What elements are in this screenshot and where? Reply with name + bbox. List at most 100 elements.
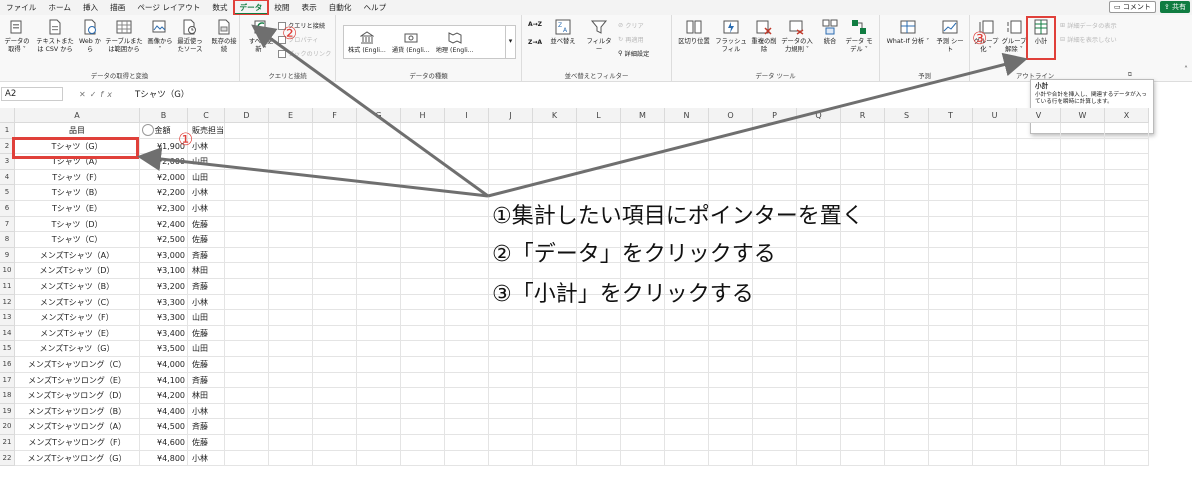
cell[interactable] — [357, 388, 401, 404]
cell[interactable] — [885, 263, 929, 279]
cell[interactable] — [1105, 403, 1149, 420]
cell[interactable] — [709, 154, 753, 170]
tab-4[interactable]: ページ レイアウト — [131, 0, 206, 15]
cell[interactable] — [1017, 169, 1061, 186]
cell[interactable]: ¥3,300 — [140, 294, 188, 311]
cell[interactable] — [1061, 294, 1105, 311]
cell[interactable] — [973, 310, 1017, 326]
cell[interactable]: 林田 — [188, 388, 225, 404]
cell[interactable] — [401, 450, 445, 467]
cell[interactable]: Tシャツ（D） — [15, 216, 140, 233]
cell[interactable]: 斉藤 — [188, 419, 225, 435]
cell[interactable] — [269, 201, 313, 217]
web-button[interactable]: Web から — [78, 18, 102, 54]
cell[interactable] — [577, 325, 621, 342]
cell[interactable] — [929, 247, 973, 264]
cell[interactable] — [269, 388, 313, 404]
column-header[interactable]: U — [973, 108, 1017, 123]
cell[interactable] — [885, 403, 929, 420]
cell[interactable] — [313, 232, 357, 248]
cell[interactable] — [929, 419, 973, 435]
cell[interactable] — [1105, 310, 1149, 326]
clear-filter-button[interactable]: ⊘ クリア — [618, 21, 644, 30]
cell[interactable] — [973, 216, 1017, 233]
cell[interactable] — [357, 154, 401, 170]
cell[interactable] — [401, 325, 445, 342]
row-header[interactable]: 7 — [0, 216, 15, 233]
cell[interactable] — [753, 450, 797, 467]
cell[interactable]: Tシャツ（C） — [15, 232, 140, 248]
ungroup-button[interactable]: グループ解除 ˅ — [1000, 18, 1028, 54]
cell[interactable] — [973, 279, 1017, 295]
cell[interactable]: ¥3,500 — [140, 341, 188, 357]
cell[interactable]: 小林 — [188, 185, 225, 201]
cell[interactable] — [533, 372, 577, 389]
cell[interactable]: ¥2,500 — [140, 232, 188, 248]
cell[interactable]: 林田 — [188, 263, 225, 279]
column-header[interactable]: R — [841, 108, 885, 123]
cell[interactable] — [1105, 201, 1149, 217]
column-header[interactable]: O — [709, 108, 753, 123]
cell[interactable] — [357, 403, 401, 420]
cell[interactable] — [1061, 419, 1105, 435]
cell[interactable] — [1017, 419, 1061, 435]
column-header[interactable]: M — [621, 108, 665, 123]
cell[interactable] — [621, 435, 665, 451]
cell[interactable] — [225, 372, 269, 389]
tab-7[interactable]: 校閲 — [268, 0, 295, 15]
cell[interactable] — [269, 325, 313, 342]
cell[interactable] — [929, 294, 973, 311]
cell[interactable] — [1105, 294, 1149, 311]
cell[interactable] — [621, 450, 665, 467]
cell[interactable]: メンズTシャツ（C） — [15, 294, 140, 311]
cell[interactable] — [533, 435, 577, 451]
remove-duplicates-button[interactable]: 重複の削除 — [750, 18, 778, 54]
cell[interactable] — [929, 169, 973, 186]
cell[interactable] — [753, 138, 797, 155]
sort-ascending-button[interactable]: A→Z — [528, 21, 542, 28]
cell[interactable]: ¥3,300 — [140, 310, 188, 326]
row-header[interactable]: 6 — [0, 201, 15, 217]
cell[interactable]: メンズTシャツ（D） — [15, 263, 140, 279]
cell[interactable] — [929, 372, 973, 389]
cell[interactable] — [1061, 279, 1105, 295]
cell[interactable] — [753, 341, 797, 357]
cell[interactable] — [489, 450, 533, 467]
cell[interactable]: ¥4,400 — [140, 403, 188, 420]
cell[interactable]: Tシャツ（B） — [15, 185, 140, 201]
cell[interactable] — [577, 435, 621, 451]
column-header[interactable]: W — [1061, 108, 1105, 123]
cell[interactable] — [1017, 279, 1061, 295]
cell[interactable] — [929, 435, 973, 451]
tab-10[interactable]: ヘルプ — [357, 0, 392, 15]
cell[interactable] — [533, 388, 577, 404]
cell[interactable] — [665, 388, 709, 404]
cell[interactable] — [665, 450, 709, 467]
cell[interactable] — [313, 450, 357, 467]
cell[interactable] — [269, 279, 313, 295]
cell[interactable] — [1017, 138, 1061, 155]
cell[interactable]: メンズTシャツロング（B） — [15, 403, 140, 420]
cell[interactable]: ¥2,400 — [140, 216, 188, 233]
cell[interactable] — [313, 247, 357, 264]
cell[interactable] — [841, 169, 885, 186]
cell[interactable]: ¥4,000 — [140, 357, 188, 373]
cell[interactable] — [533, 450, 577, 467]
cell[interactable] — [973, 201, 1017, 217]
cell[interactable] — [1017, 310, 1061, 326]
cell[interactable] — [1105, 419, 1149, 435]
get-data-button[interactable]: データの取得 ˅ — [3, 18, 31, 54]
cell[interactable] — [357, 419, 401, 435]
show-detail-button[interactable]: ⊞ 詳細データの表示 — [1060, 21, 1117, 30]
cell[interactable]: メンズTシャツ（E） — [15, 325, 140, 342]
cell[interactable] — [709, 138, 753, 155]
cell[interactable] — [753, 154, 797, 170]
cell[interactable] — [797, 403, 841, 420]
cell[interactable] — [665, 435, 709, 451]
cell[interactable] — [1061, 263, 1105, 279]
cell[interactable] — [489, 138, 533, 155]
cell[interactable] — [1017, 232, 1061, 248]
cell[interactable]: Tシャツ（E） — [15, 201, 140, 217]
cell[interactable] — [973, 450, 1017, 467]
tab-5[interactable]: 数式 — [206, 0, 233, 15]
